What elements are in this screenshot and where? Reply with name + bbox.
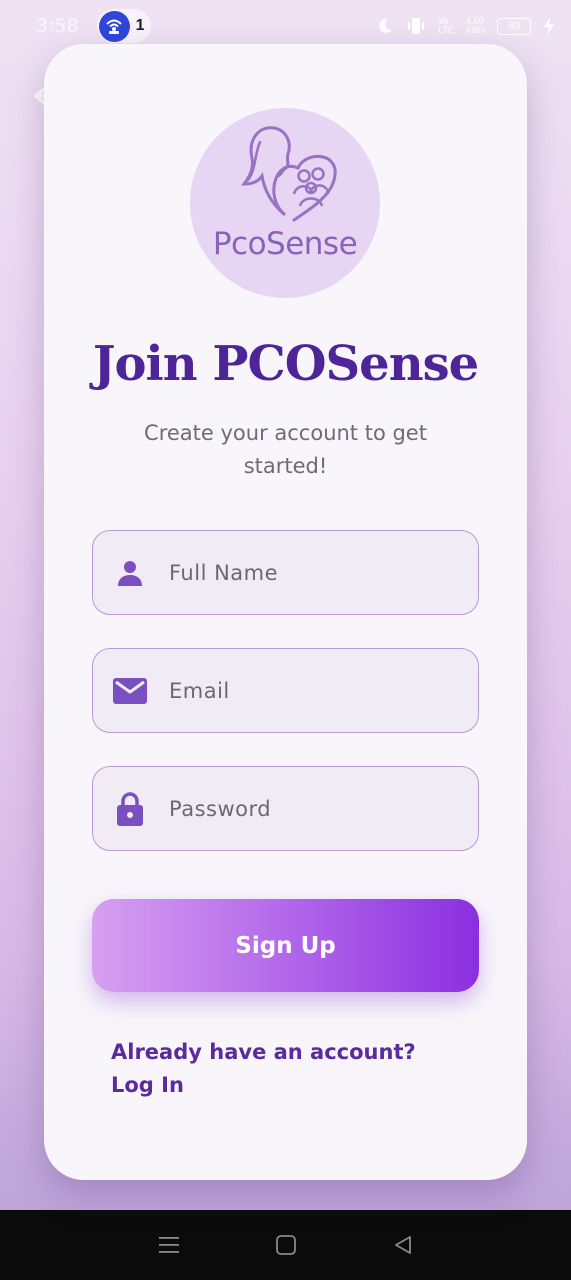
charging-icon: [544, 17, 554, 35]
network-speed: 4.50 KB/s: [465, 16, 485, 35]
password-input[interactable]: [169, 788, 462, 829]
back-icon[interactable]: [390, 1232, 416, 1258]
woman-heart-family-icon: [241, 126, 337, 222]
password-field[interactable]: [92, 766, 479, 851]
page-subtitle: Create your account to get started!: [144, 421, 427, 478]
status-icons: Yo LTE 4.50 KB/s 30: [376, 16, 555, 36]
battery-level: 30: [507, 19, 521, 32]
person-icon: [113, 556, 147, 590]
home-icon[interactable]: [273, 1232, 299, 1258]
vibrate-icon: [408, 18, 425, 34]
menu-icon[interactable]: [156, 1232, 182, 1258]
hotspot-count: 1: [135, 17, 145, 34]
network-type: Yo LTE: [438, 16, 454, 35]
logo-wordmark: PcoSense: [212, 226, 358, 262]
moon-icon: [379, 18, 393, 33]
lock-icon: [113, 791, 147, 826]
status-time: 3:58: [36, 15, 79, 37]
full-name-input[interactable]: [169, 552, 462, 593]
email-field[interactable]: [92, 648, 479, 733]
system-nav-bar: [0, 1210, 571, 1280]
signup-card: PcoSense Join PCOSense Create your accou…: [44, 44, 527, 1180]
email-input[interactable]: [169, 670, 462, 711]
app-logo: PcoSense: [190, 108, 380, 298]
page-title: Join PCOSense: [92, 336, 479, 392]
hotspot-icon: [98, 10, 130, 42]
hotspot-indicator[interactable]: 1: [96, 9, 151, 43]
full-name-field[interactable]: [92, 530, 479, 615]
envelope-icon: [113, 674, 147, 708]
battery-icon: 30: [497, 17, 531, 35]
sign-up-button[interactable]: Sign Up: [92, 899, 479, 992]
login-link[interactable]: Already have an account? Log In: [111, 1036, 451, 1102]
